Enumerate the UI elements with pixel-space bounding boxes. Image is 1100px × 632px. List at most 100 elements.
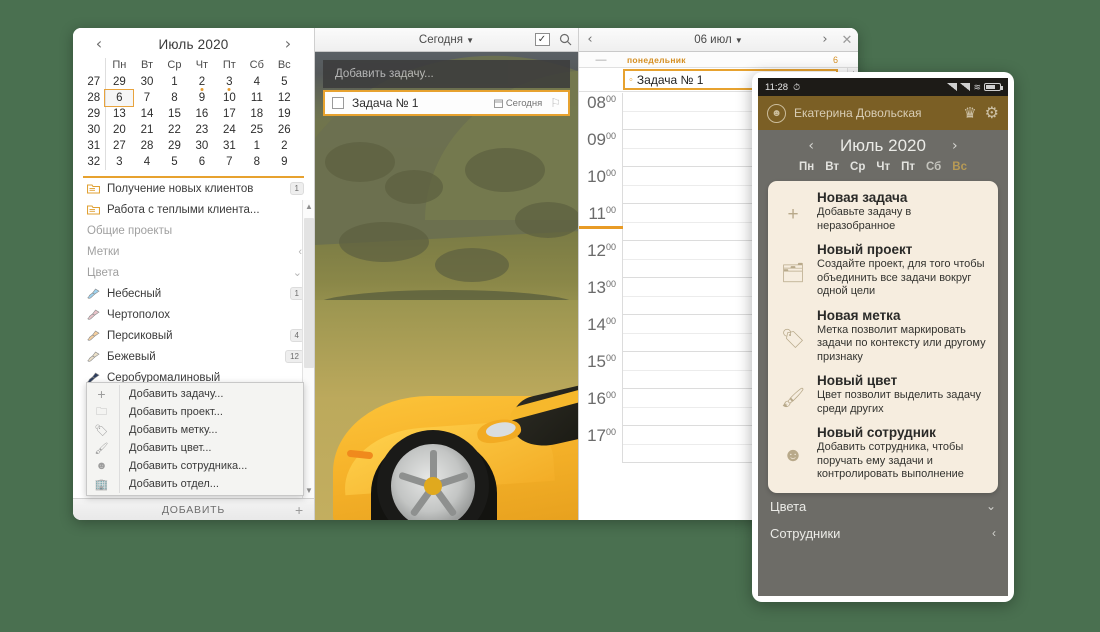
calendar-day-cell[interactable]: 6	[188, 154, 215, 170]
crown-icon[interactable]: ♛	[963, 104, 976, 122]
project-row[interactable]: Получение новых клиентов 1	[73, 178, 314, 199]
mobile-prev-month-icon[interactable]: ‹	[808, 138, 814, 154]
calendar-day-cell[interactable]: 8	[161, 90, 188, 106]
color-row[interactable]: Бежевый 12	[73, 346, 314, 367]
calendar-day-cell[interactable]: 2	[188, 74, 215, 90]
calendar-day-cell[interactable]: 1	[243, 138, 270, 154]
calendar-day-cell[interactable]: 27	[105, 138, 133, 154]
context-menu-item[interactable]: 🗀 Добавить проект...	[87, 403, 303, 421]
calendar-day-cell[interactable]: 22	[161, 122, 188, 138]
calendar-day-cell[interactable]: 7	[216, 154, 243, 170]
chevron-icon[interactable]: ‹	[992, 526, 996, 540]
calendar-day-cell[interactable]: 8	[243, 154, 270, 170]
calendar-day-cell[interactable]: 14	[133, 106, 160, 122]
context-menu-item[interactable]: 🖌 Добавить цвет...	[87, 439, 303, 457]
calendar-day-cell[interactable]: 4	[243, 74, 270, 90]
day-close-icon[interactable]: ✕	[836, 32, 858, 48]
calendar-day-cell[interactable]: 16	[188, 106, 215, 122]
gear-icon[interactable]: ⚙	[985, 103, 999, 123]
calendar-day-cell[interactable]: 4	[133, 154, 160, 170]
mobile-hint-item[interactable]: 🖌 Новый цвет Цвет позволит выделить зада…	[778, 373, 988, 416]
calendar-day-cell[interactable]: 29	[161, 138, 188, 154]
calendar-day-cell[interactable]: 19	[271, 106, 298, 122]
context-menu-item[interactable]: + Добавить задачу...	[87, 385, 303, 403]
calendar-day-cell[interactable]: 20	[105, 122, 133, 138]
sidebar-section-cveta[interactable]: Цвета ⌄	[73, 262, 314, 283]
toggle-completed-button[interactable]: ✓	[532, 32, 552, 48]
calendar-day-cell[interactable]: 15	[161, 106, 188, 122]
calendar-day-cell[interactable]: 6	[105, 90, 133, 106]
mobile-hint-item[interactable]: ☻ Новый сотрудник Добавить сотрудника, ч…	[778, 425, 988, 482]
task-checkbox[interactable]	[332, 97, 344, 109]
chevron-icon[interactable]: ⌄	[293, 266, 302, 279]
battery-icon	[984, 83, 1001, 91]
calendar-day-cell[interactable]: 2	[271, 138, 298, 154]
sidebar-section-obshchie-proekty[interactable]: Общие проекты	[73, 220, 314, 241]
calendar-day-cell[interactable]: 23	[188, 122, 215, 138]
calendar-day-cell[interactable]: 11	[243, 90, 270, 106]
calendar-day-cell[interactable]: 29	[105, 74, 133, 90]
day-collapse-icon[interactable]: —	[579, 54, 623, 66]
context-menu-item[interactable]: 🏷 Добавить метку...	[87, 421, 303, 439]
desktop-app-window: ‹ Июль 2020 › ПнВтСрЧтПтСбВс272930123452…	[73, 28, 858, 520]
sidebar-section-metki[interactable]: Метки ‹	[73, 241, 314, 262]
task-row[interactable]: Задача № 1 Сегодня ⚐	[323, 90, 570, 116]
calendar-week-row: 31272829303112	[83, 138, 298, 154]
add-context-menu[interactable]: + Добавить задачу... 🗀 Добавить проект..…	[86, 382, 304, 496]
context-menu-item[interactable]: ☻ Добавить сотрудника...	[87, 457, 303, 475]
calendar-day-cell[interactable]: 3	[216, 74, 243, 90]
calendar-day-cell[interactable]: 10	[216, 90, 243, 106]
task-due-date[interactable]: Сегодня	[494, 98, 542, 109]
calendar-day-cell[interactable]: 26	[271, 122, 298, 138]
calendar-day-cell[interactable]: 25	[243, 122, 270, 138]
calendar-day-cell[interactable]: 18	[243, 106, 270, 122]
calendar-day-cell[interactable]: 12	[271, 90, 298, 106]
calendar-prev-month-icon[interactable]: ‹	[91, 36, 107, 52]
context-menu-item[interactable]: 🏢 Добавить отдел...	[87, 475, 303, 493]
calendar-day-cell[interactable]: 7	[133, 90, 160, 106]
mobile-section-row[interactable]: Сотрудники ‹	[758, 520, 1008, 547]
chevron-icon[interactable]: ⌄	[986, 499, 996, 513]
day-title-label: 06 июл	[694, 34, 732, 46]
calendar-day-cell[interactable]: 3	[105, 154, 133, 170]
calendar-day-cell[interactable]: 30	[133, 74, 160, 90]
calendar-day-cell[interactable]: 1	[161, 74, 188, 90]
add-bar-button[interactable]: ДОБАВИТЬ +	[73, 498, 314, 520]
sidebar-scroll-down-icon[interactable]: ▼	[303, 484, 315, 498]
bookmark-icon[interactable]: ⚐	[550, 96, 561, 110]
mobile-hint-item[interactable]: + Новая задача Добавьте задачу в неразоб…	[778, 190, 988, 233]
sidebar-scroll-thumb[interactable]	[304, 218, 314, 368]
calendar-day-cell[interactable]: 31	[216, 138, 243, 154]
calendar-day-cell[interactable]: 21	[133, 122, 160, 138]
search-button[interactable]	[555, 32, 575, 48]
sidebar-scroll-up-icon[interactable]: ▲	[303, 200, 315, 214]
calendar-day-cell[interactable]: 9	[271, 154, 298, 170]
calendar-day-cell[interactable]: 13	[105, 106, 133, 122]
add-plus-icon[interactable]: +	[295, 502, 304, 518]
mobile-next-month-icon[interactable]: ›	[952, 138, 958, 154]
calendar-next-month-icon[interactable]: ›	[280, 36, 296, 52]
calendar-day-cell[interactable]: 30	[188, 138, 215, 154]
calendar-day-cell[interactable]: 9	[188, 90, 215, 106]
day-next-icon[interactable]: ›	[814, 32, 836, 47]
mobile-section-row[interactable]: Цвета ⌄	[758, 493, 1008, 520]
add-task-input[interactable]: Добавить задачу...	[323, 60, 570, 88]
project-row[interactable]: Работа с теплыми клиента...	[73, 199, 314, 220]
avatar-icon[interactable]: ☻	[767, 104, 786, 123]
brush-icon: 🖌	[778, 373, 808, 416]
mobile-dow: Чт	[876, 161, 890, 173]
wifi-icon: ≋	[973, 82, 981, 93]
calendar-table[interactable]: ПнВтСрЧтПтСбВс27293012345286789101112291…	[83, 58, 298, 170]
calendar-day-cell[interactable]: 17	[216, 106, 243, 122]
color-row[interactable]: Персиковый 4	[73, 325, 314, 346]
calendar-day-cell[interactable]: 28	[133, 138, 160, 154]
color-row[interactable]: Чертополох	[73, 304, 314, 325]
mobile-hint-item[interactable]: 🗂 Новый проект Создайте проект, для того…	[778, 242, 988, 299]
calendar-day-cell[interactable]: 5	[271, 74, 298, 90]
calendar-day-cell[interactable]: 5	[161, 154, 188, 170]
mobile-hint-item[interactable]: 🏷 Новая метка Метка позволит маркировать…	[778, 308, 988, 365]
calendar-day-cell[interactable]: 24	[216, 122, 243, 138]
color-row[interactable]: Небесный 1	[73, 283, 314, 304]
day-prev-icon[interactable]: ‹	[579, 32, 601, 47]
mobile-user-name: Екатерина Довольская	[794, 106, 955, 120]
